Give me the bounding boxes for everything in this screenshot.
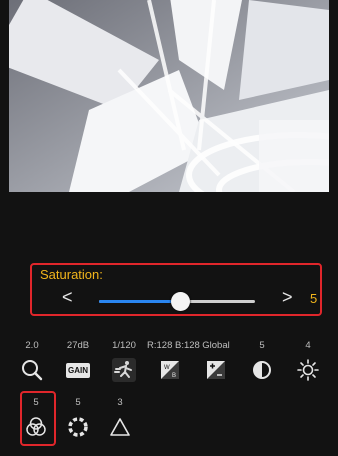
camera-preview [9, 0, 329, 192]
zoom-icon [20, 358, 44, 382]
saturation-slider-thumb[interactable] [171, 292, 191, 311]
sharpness-value: 5 [75, 397, 81, 408]
gamma-value: 3 [117, 397, 123, 408]
contrast-button[interactable]: 5 [239, 340, 285, 388]
gain-badge: GAIN [66, 362, 90, 378]
saturation-tool-value: 5 [33, 397, 39, 408]
zoom-value: 2.0 [25, 340, 39, 351]
exposure-icon [204, 358, 228, 382]
toolbar-row-1: 2.0 27dB GAIN 1/120 R:128 B:128 WB Globa… [9, 340, 331, 388]
white-balance-icon: WB [158, 358, 182, 382]
white-balance-button[interactable]: R:128 B:128 WB [147, 340, 200, 388]
contrast-value: 5 [259, 340, 265, 351]
exposure-value: Global [202, 340, 230, 351]
brightness-button[interactable]: 4 [285, 340, 331, 388]
brightness-value: 4 [305, 340, 311, 351]
svg-text:W: W [164, 365, 170, 371]
sharpness-icon [66, 415, 90, 439]
sharpness-button[interactable]: 5 [57, 397, 99, 445]
zoom-button[interactable]: 2.0 [9, 340, 55, 388]
saturation-button[interactable]: 5 [15, 397, 57, 445]
shutter-value: 1/120 [112, 340, 136, 351]
chevron-left-icon[interactable]: < [62, 288, 73, 306]
brightness-icon [296, 358, 320, 382]
contrast-icon [250, 358, 274, 382]
saturation-panel: Saturation: < > 5 [30, 263, 322, 316]
white-balance-value: R:128 B:128 [147, 340, 200, 351]
gamma-icon [108, 415, 132, 439]
gamma-button[interactable]: 3 [99, 397, 141, 445]
toolbar-row-2: 5 5 3 [15, 397, 141, 445]
exposure-button[interactable]: Global [193, 340, 239, 388]
chevron-right-icon[interactable]: > [282, 288, 293, 306]
shuttlecock-image [9, 0, 329, 192]
saturation-label: Saturation: [40, 267, 103, 282]
saturation-slider[interactable] [99, 292, 255, 311]
saturation-icon [24, 415, 48, 439]
shutter-button[interactable]: 1/120 [101, 340, 147, 388]
shutter-speed-icon [112, 358, 136, 382]
saturation-value: 5 [310, 291, 318, 306]
saturation-slider-fill [99, 300, 181, 303]
gain-value: 27dB [66, 340, 90, 351]
svg-text:B: B [172, 373, 176, 379]
gain-icon: GAIN [66, 358, 90, 382]
gain-button[interactable]: 27dB GAIN [55, 340, 101, 388]
